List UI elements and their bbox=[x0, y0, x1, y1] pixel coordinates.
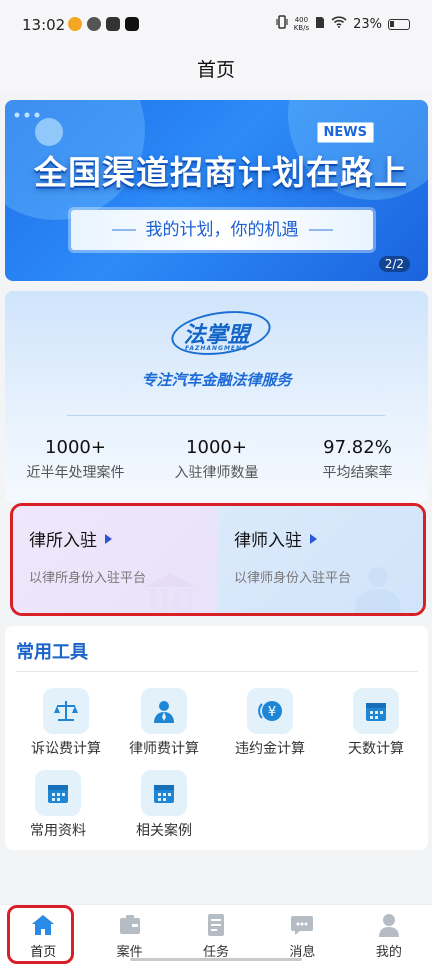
tool-label: 违约金计算 bbox=[235, 741, 305, 757]
person-silhouette-icon bbox=[355, 567, 401, 613]
tool-day-count[interactable]: 天数计算 bbox=[323, 688, 429, 758]
page-title: 首页 bbox=[0, 50, 432, 90]
tab-label: 我的 bbox=[375, 945, 402, 960]
calendar-icon bbox=[141, 770, 187, 816]
bottom-tab-bar: 首页 案件 任务 消息 我的 bbox=[0, 904, 432, 964]
banner-subline-text: 我的计划，你的机遇 bbox=[145, 220, 299, 240]
net-speed-unit: KB/s bbox=[293, 24, 310, 32]
tiktok-icon bbox=[125, 17, 139, 31]
stat-label: 平均结案率 bbox=[322, 465, 393, 481]
stat-value: 1000+ bbox=[45, 437, 106, 458]
net-speed: 400 KB/s bbox=[294, 16, 309, 32]
stat-closure-rate: 97.82% 平均结案率 bbox=[287, 437, 428, 482]
banner-headline: 全国渠道招商计划在路上 bbox=[34, 153, 408, 192]
tools-divider bbox=[16, 671, 418, 672]
status-app-icons bbox=[68, 17, 139, 31]
home-indicator[interactable] bbox=[130, 958, 302, 961]
tools-title: 常用工具 bbox=[16, 642, 88, 663]
tool-lawyer-fee[interactable]: 律师费计算 bbox=[111, 688, 217, 758]
stat-value: 97.82% bbox=[323, 437, 392, 458]
tool-common-materials[interactable]: 常用资料 bbox=[5, 770, 111, 840]
law-firm-join-card[interactable]: 律所入驻 以律所身份入驻平台 bbox=[13, 506, 218, 613]
stat-lawyers: 1000+ 入驻律师数量 bbox=[146, 437, 287, 482]
home-icon bbox=[31, 913, 55, 937]
law-firm-join-label: 律所入驻 bbox=[29, 531, 97, 551]
tool-label: 天数计算 bbox=[348, 741, 404, 757]
logo-english: FAZHANGMENG bbox=[185, 345, 248, 352]
tab-tasks[interactable]: 任务 bbox=[173, 905, 259, 964]
calendar-icon bbox=[353, 688, 399, 734]
banner-subline: 我的计划，你的机遇 bbox=[71, 210, 373, 250]
yen-coin-icon: ¥ bbox=[247, 688, 293, 734]
status-time: 13:02 bbox=[22, 16, 66, 34]
tab-label: 首页 bbox=[30, 945, 57, 960]
video-app-icon bbox=[106, 17, 120, 31]
tool-label: 律师费计算 bbox=[129, 741, 199, 757]
battery-level: 23% bbox=[353, 16, 382, 32]
join-options: 律所入驻 以律所身份入驻平台 律师入驻 以律师身份入驻平台 bbox=[10, 503, 426, 616]
battery-icon bbox=[388, 18, 410, 30]
banner-decoration-dots bbox=[14, 112, 40, 118]
lawyer-icon bbox=[141, 688, 187, 734]
tab-cases[interactable]: 案件 bbox=[86, 905, 172, 964]
lawyer-join-title: 律师入驻 bbox=[234, 526, 423, 551]
case-icon bbox=[118, 913, 142, 937]
lawyer-join-label: 律师入驻 bbox=[234, 531, 302, 551]
tab-messages[interactable]: 消息 bbox=[259, 905, 345, 964]
stat-label: 近半年处理案件 bbox=[26, 465, 125, 481]
stat-value: 1000+ bbox=[186, 437, 247, 458]
stats-row: 1000+ 近半年处理案件 1000+ 入驻律师数量 97.82% 平均结案率 bbox=[5, 437, 428, 482]
news-badge: NEWS bbox=[316, 122, 374, 143]
sim-icon bbox=[315, 16, 325, 33]
logo-text: 法掌盟 bbox=[183, 323, 250, 348]
task-icon bbox=[204, 913, 228, 937]
platform-intro-card: 法掌盟 FAZHANGMENG 专注汽车金融法律服务 1000+ 近半年处理案件… bbox=[5, 291, 428, 502]
message-icon bbox=[290, 913, 314, 937]
link-app-icon bbox=[87, 17, 101, 31]
subline-bar-right bbox=[308, 229, 333, 231]
vibrate-icon bbox=[276, 15, 288, 33]
tool-related-cases[interactable]: 相关案例 bbox=[111, 770, 217, 840]
building-icon bbox=[144, 573, 196, 611]
brand-logo: 法掌盟 FAZHANGMENG bbox=[5, 315, 428, 354]
logo-mark: 法掌盟 FAZHANGMENG bbox=[173, 315, 259, 354]
tool-label: 相关案例 bbox=[136, 823, 192, 839]
stat-cases: 1000+ 近半年处理案件 bbox=[5, 437, 146, 482]
tools-card: 常用工具 诉讼费计算 律师费计算 ¥ 违约金计算 天数计算 常用资料 相关案例 bbox=[5, 626, 428, 850]
law-firm-join-title: 律所入驻 bbox=[29, 526, 218, 551]
tab-home[interactable]: 首页 bbox=[0, 905, 86, 964]
play-arrow-icon bbox=[310, 533, 317, 544]
wifi-icon bbox=[331, 16, 347, 32]
lawyer-join-card[interactable]: 律师入驻 以律师身份入驻平台 bbox=[218, 506, 423, 613]
status-indicators: 400 KB/s 23% bbox=[276, 15, 410, 33]
tool-litigation-fee[interactable]: 诉讼费计算 bbox=[13, 688, 119, 758]
banner-pager: 2/2 bbox=[378, 256, 410, 272]
tool-label: 常用资料 bbox=[30, 823, 86, 839]
tool-label: 诉讼费计算 bbox=[31, 741, 101, 757]
status-bar: 13:02 400 KB/s 23% bbox=[0, 0, 432, 50]
svg-text:¥: ¥ bbox=[268, 705, 276, 720]
banner-glow bbox=[35, 118, 63, 146]
promo-banner[interactable]: NEWS 全国渠道招商计划在路上 我的计划，你的机遇 2/2 bbox=[5, 100, 428, 281]
intro-divider bbox=[67, 415, 385, 416]
net-speed-value: 400 bbox=[294, 16, 309, 24]
play-arrow-icon bbox=[105, 533, 112, 544]
calendar-icon bbox=[35, 770, 81, 816]
stat-label: 入驻律师数量 bbox=[174, 465, 259, 481]
profile-icon bbox=[377, 913, 401, 937]
weibo-icon bbox=[68, 17, 82, 31]
tool-penalty[interactable]: ¥ 违约金计算 bbox=[217, 688, 323, 758]
slogan: 专注汽车金融法律服务 bbox=[141, 371, 292, 389]
tab-profile[interactable]: 我的 bbox=[346, 905, 432, 964]
subline-bar-left bbox=[111, 229, 136, 231]
scale-icon bbox=[43, 688, 89, 734]
